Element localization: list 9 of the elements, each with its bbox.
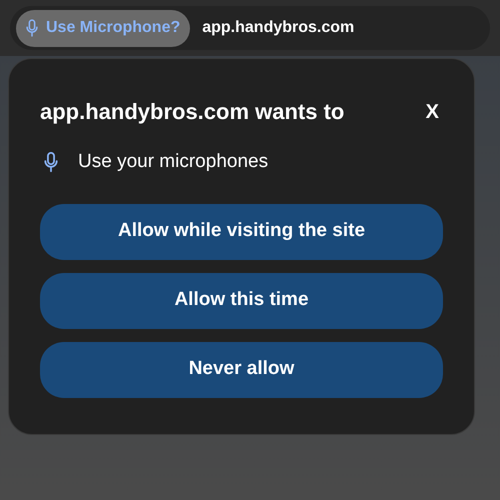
url-text: app.handybros.com xyxy=(202,18,354,38)
permission-label: Use your microphones xyxy=(78,150,268,174)
permission-option-button[interactable]: Allow this time xyxy=(40,272,443,328)
close-button[interactable]: X xyxy=(426,96,439,126)
microphone-icon xyxy=(44,151,58,174)
microphone-icon xyxy=(26,19,38,37)
permission-option-button[interactable]: Allow while visiting the site xyxy=(40,204,443,260)
dialog-title: app.handybros.com wants to xyxy=(40,98,344,126)
permission-option-button[interactable]: Never allow xyxy=(40,342,443,398)
